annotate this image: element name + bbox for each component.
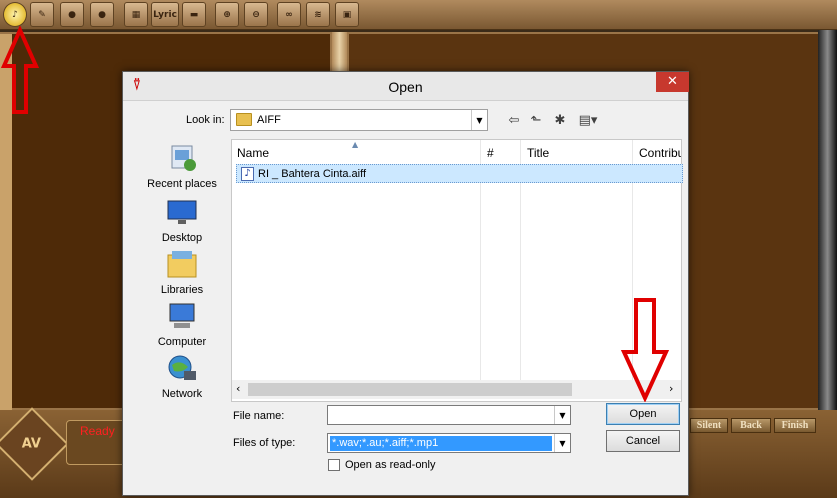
look-in-label: Look in: — [186, 114, 225, 126]
open-file-icon: ♪ — [12, 9, 18, 20]
look-in-value: AIFF — [257, 114, 281, 126]
annotation-arrow-up — [0, 26, 40, 114]
logo-text: AV — [22, 436, 42, 452]
file-row[interactable]: ♪ RI _ Bahtera Cinta.aiff — [236, 164, 683, 183]
place-recent[interactable]: Recent places — [135, 143, 229, 190]
file-name-label: File name: — [233, 410, 285, 422]
lyric-label: Lyric — [153, 9, 177, 20]
cancel-button-label: Cancel — [625, 435, 661, 447]
back-button[interactable]: Back — [731, 418, 771, 433]
back-label: Back — [740, 420, 762, 431]
back-arrow-icon[interactable]: ⇦ — [505, 112, 523, 128]
place-label: Network — [161, 388, 203, 400]
column-contributing[interactable]: Contribu — [639, 146, 681, 160]
lyric-button[interactable]: Lyric — [151, 2, 179, 27]
scroll-thumb[interactable] — [248, 383, 572, 396]
zoom-out-button[interactable]: ⊖ — [244, 2, 268, 27]
read-only-label: Open as read-only — [345, 459, 436, 471]
file-name: RI _ Bahtera Cinta.aiff — [258, 168, 367, 180]
zoom-in-button[interactable]: ⊕ — [215, 2, 239, 27]
files-of-type-value: *.wav;*.au;*.aiff;*.mp1 — [330, 436, 552, 451]
file-list[interactable]: ▲ Name # Title Contribu ♪ RI _ Bahtera C… — [231, 139, 683, 402]
silent-label: Silent — [696, 420, 722, 431]
up-folder-icon[interactable]: ⬑ — [527, 112, 545, 128]
lock-button[interactable]: ▣ — [335, 2, 359, 27]
place-desktop[interactable]: Desktop — [135, 197, 229, 244]
column-name[interactable]: Name — [237, 146, 269, 160]
annotation-arrow-down — [620, 298, 670, 402]
waveform-icon: ≋ — [314, 9, 322, 20]
chevron-down-icon[interactable]: ▼ — [554, 406, 570, 424]
new-folder-icon[interactable]: ✱ — [551, 112, 569, 128]
grid-icon: ▦ — [131, 9, 141, 20]
desktop-icon — [167, 200, 197, 224]
waveform-button[interactable]: ≋ — [306, 2, 330, 27]
dialog-title: Open — [388, 79, 423, 95]
edit-button[interactable]: ✎ — [30, 2, 54, 27]
record-button[interactable]: ● — [60, 2, 84, 27]
place-network[interactable]: Network — [135, 353, 229, 400]
record-edit-button[interactable]: ● — [90, 2, 114, 27]
place-label: Recent places — [147, 178, 217, 190]
zoom-in-icon: ⊕ — [223, 9, 231, 20]
scroll-left-icon[interactable]: ‹ — [236, 382, 240, 395]
lock-icon: ▣ — [342, 9, 352, 20]
files-of-type-select[interactable]: *.wav;*.au;*.aiff;*.mp1 ▼ — [327, 433, 571, 453]
cancel-button[interactable]: Cancel — [606, 430, 680, 452]
file-name-input[interactable]: ▼ — [327, 405, 571, 425]
chevron-down-icon[interactable]: ▼ — [554, 434, 570, 452]
place-label: Desktop — [161, 232, 203, 244]
finish-button[interactable]: Finish — [774, 418, 816, 433]
zoom-out-icon: ⊖ — [252, 9, 260, 20]
record-icon: ● — [68, 9, 76, 20]
network-icon — [168, 355, 196, 380]
open-button-label: Open — [629, 408, 657, 420]
film-button[interactable]: ▬ — [182, 2, 206, 27]
open-button[interactable]: Open — [606, 403, 680, 425]
status-text: Ready — [80, 424, 115, 438]
horizontal-scrollbar[interactable]: ‹ › — [232, 380, 681, 399]
chevron-down-icon[interactable]: ▼ — [471, 110, 487, 130]
edit-icon: ✎ — [38, 9, 46, 20]
record-edit-icon: ● — [98, 9, 106, 20]
grid-button[interactable]: ▦ — [124, 2, 148, 27]
film-icon: ▬ — [189, 9, 199, 20]
folder-icon — [236, 113, 252, 126]
view-menu-icon[interactable]: ▤▾ — [575, 112, 601, 128]
audio-file-icon: ♪ — [241, 167, 254, 181]
computer-icon — [169, 303, 195, 328]
place-computer[interactable]: Computer — [135, 301, 229, 348]
column-number[interactable]: # — [487, 146, 494, 160]
look-in-dropdown[interactable]: AIFF ▼ — [230, 109, 488, 131]
files-of-type-label: Files of type: — [233, 437, 296, 449]
open-dialog: ⍢ Open ✕ Look in: AIFF ▼ ⇦ ⬑ ✱ ▤▾ Recent… — [122, 71, 689, 496]
close-button[interactable]: ✕ — [656, 72, 689, 92]
sort-arrow-icon: ▲ — [352, 140, 359, 149]
close-icon: ✕ — [667, 74, 678, 89]
column-title[interactable]: Title — [527, 146, 549, 160]
link-button[interactable]: ∞ — [277, 2, 301, 27]
libraries-icon — [167, 251, 197, 278]
recent-places-icon — [171, 145, 196, 171]
place-label: Libraries — [160, 284, 204, 296]
open-file-button[interactable]: ♪ — [3, 2, 27, 27]
places-bar: Recent places Desktop Libraries Computer… — [135, 139, 229, 401]
silent-button[interactable]: Silent — [690, 418, 728, 433]
link-icon: ∞ — [285, 9, 293, 20]
place-libraries[interactable]: Libraries — [135, 249, 229, 296]
finish-label: Finish — [781, 420, 809, 431]
place-label: Computer — [157, 336, 207, 348]
app-toolbar: ♪ ✎ ● ● ▦ Lyric ▬ ⊕ ⊖ ∞ ≋ ▣ — [0, 0, 837, 30]
read-only-checkbox[interactable] — [328, 459, 340, 471]
